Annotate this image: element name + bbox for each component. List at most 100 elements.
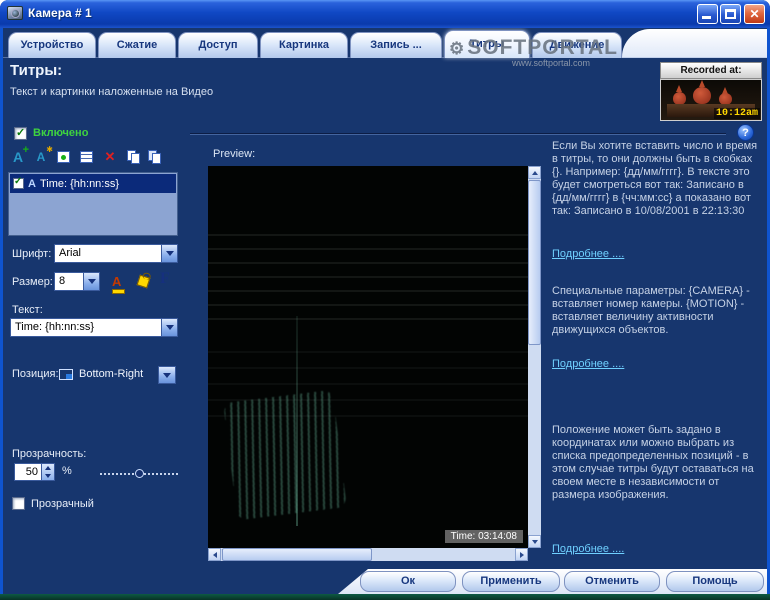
video-time-overlay: Time: 03:14:08 xyxy=(444,530,523,543)
tab-motion[interactable]: Движение xyxy=(532,32,622,58)
position-dropdown-button[interactable] xyxy=(158,366,176,384)
help-button[interactable]: ? xyxy=(737,124,754,141)
transparent-checkbox[interactable] xyxy=(12,497,25,510)
chevron-down-icon xyxy=(163,372,171,378)
enabled-checkbox[interactable]: ✓ xyxy=(14,127,27,140)
font-color-button[interactable]: A xyxy=(112,273,121,291)
transparency-slider[interactable] xyxy=(100,468,178,480)
transparency-stepper[interactable] xyxy=(42,463,55,481)
tab-device[interactable]: Устройство xyxy=(8,32,96,58)
check-icon: ✓ xyxy=(14,176,23,187)
list-button[interactable] xyxy=(77,148,97,166)
text-value: Time: {hh:nn:ss} xyxy=(15,321,95,333)
chevron-down-icon xyxy=(87,279,96,284)
arrow-right-icon xyxy=(519,551,524,558)
titlebar[interactable]: Камера # 1 ✕ xyxy=(0,0,770,28)
more-link[interactable]: Подробнее .... xyxy=(552,543,624,555)
scroll-right-button[interactable] xyxy=(515,548,528,561)
list-item[interactable]: ✓ A Time: {hh:nn:ss} xyxy=(10,174,176,193)
dropdown-button[interactable] xyxy=(161,245,177,262)
transparency-unit: % xyxy=(62,465,72,477)
vertical-scroll-thumb[interactable] xyxy=(528,180,541,345)
transparent-label[interactable]: Прозрачный xyxy=(31,498,94,510)
picture-icon xyxy=(57,151,70,163)
church-dome xyxy=(693,87,711,104)
font-label: Шрифт: xyxy=(12,248,52,260)
text-item-icon: A xyxy=(28,177,36,190)
titles-list[interactable]: ✓ A Time: {hh:nn:ss} xyxy=(8,172,178,236)
help-footer-button[interactable]: Помощь xyxy=(666,571,764,592)
arrow-up-icon xyxy=(531,170,538,175)
more-link[interactable]: Подробнее .... xyxy=(552,248,624,260)
arrow-down-icon xyxy=(45,474,51,478)
more-link[interactable]: Подробнее .... xyxy=(552,358,624,370)
transparency-input[interactable]: 50 xyxy=(14,463,42,481)
window-border-left xyxy=(0,26,3,594)
tabbar-swoosh xyxy=(622,29,767,58)
add-field-button[interactable]: A xyxy=(31,145,53,166)
scroll-down-button[interactable] xyxy=(528,535,541,548)
fill-color-button[interactable] xyxy=(136,274,151,289)
close-icon: ✕ xyxy=(749,7,760,21)
arrow-up-icon xyxy=(45,466,51,470)
delete-button[interactable]: ✕ xyxy=(100,148,120,166)
minimize-icon xyxy=(702,16,711,19)
page-subtitle: Текст и картинки наложенные на Видео xyxy=(10,86,214,98)
font-color-icon: A xyxy=(112,274,122,289)
size-select[interactable]: 8 xyxy=(54,272,100,291)
text-select[interactable]: Time: {hh:nn:ss} xyxy=(10,318,178,337)
tab-picture[interactable]: Картинка xyxy=(260,32,348,58)
tab-titles[interactable]: Титры xyxy=(444,30,530,58)
recorded-time: 10:12am xyxy=(713,108,760,119)
scroll-up-button[interactable] xyxy=(528,166,541,179)
chevron-down-icon xyxy=(165,325,174,330)
preview-vertical-scrollbar[interactable] xyxy=(528,166,541,548)
copy-button[interactable] xyxy=(124,148,144,166)
minimize-button[interactable] xyxy=(697,4,718,24)
maximize-button[interactable] xyxy=(720,4,741,24)
dropdown-button[interactable] xyxy=(161,319,177,336)
header-separator xyxy=(190,133,726,135)
close-button[interactable]: ✕ xyxy=(744,4,765,24)
delete-icon: ✕ xyxy=(104,149,116,164)
stepper-up-button[interactable] xyxy=(42,464,54,472)
preview-label: Preview: xyxy=(213,148,256,160)
church-spire xyxy=(676,85,682,92)
stepper-down-button[interactable] xyxy=(42,472,54,480)
help-paragraph-position: Положение может быть задано в координата… xyxy=(552,424,754,501)
cancel-button[interactable]: Отменить xyxy=(564,571,660,592)
paste-button[interactable] xyxy=(145,148,165,166)
size-value: 8 xyxy=(59,275,66,287)
position-value[interactable]: Bottom-Right xyxy=(79,368,143,380)
window-title: Камера # 1 xyxy=(28,6,92,20)
list-item-label: Time: {hh:nn:ss} xyxy=(39,177,120,190)
tab-access[interactable]: Доступ xyxy=(178,32,258,58)
font-select[interactable]: Arial xyxy=(54,244,178,263)
tab-compression[interactable]: Сжатие xyxy=(98,32,176,58)
apply-button[interactable]: Применить xyxy=(462,571,560,592)
recorded-at-thumbnail: 10:12am xyxy=(660,79,762,121)
add-field-icon: A xyxy=(36,150,46,164)
dropdown-button[interactable] xyxy=(83,273,99,290)
add-text-icon: A xyxy=(12,149,24,165)
video-glow xyxy=(223,389,347,521)
slider-thumb[interactable] xyxy=(135,469,144,478)
add-picture-button[interactable] xyxy=(54,148,74,166)
bold-font-button[interactable]: F xyxy=(160,270,170,288)
ok-button[interactable]: Ок xyxy=(360,571,456,592)
recorded-at-label: Recorded at: xyxy=(660,62,762,79)
horizontal-scroll-thumb[interactable] xyxy=(222,548,372,561)
transparency-label: Прозрачность: xyxy=(12,448,87,460)
page-title: Титры: xyxy=(10,62,63,79)
video-preview: Time: 03:14:08 xyxy=(208,166,528,548)
tab-recording[interactable]: Запись ... xyxy=(350,32,442,58)
scroll-left-button[interactable] xyxy=(208,548,221,561)
maximize-icon xyxy=(725,9,736,19)
add-text-button[interactable]: A xyxy=(8,144,29,166)
enabled-label[interactable]: Включено xyxy=(33,127,88,139)
item-checkbox[interactable]: ✓ xyxy=(13,176,24,189)
help-paragraph-date-format: Если Вы хотите вставить число и время в … xyxy=(552,140,758,217)
bold-f-icon: F xyxy=(160,270,170,287)
font-value: Arial xyxy=(59,247,82,259)
preview-horizontal-scrollbar[interactable] xyxy=(208,548,528,561)
